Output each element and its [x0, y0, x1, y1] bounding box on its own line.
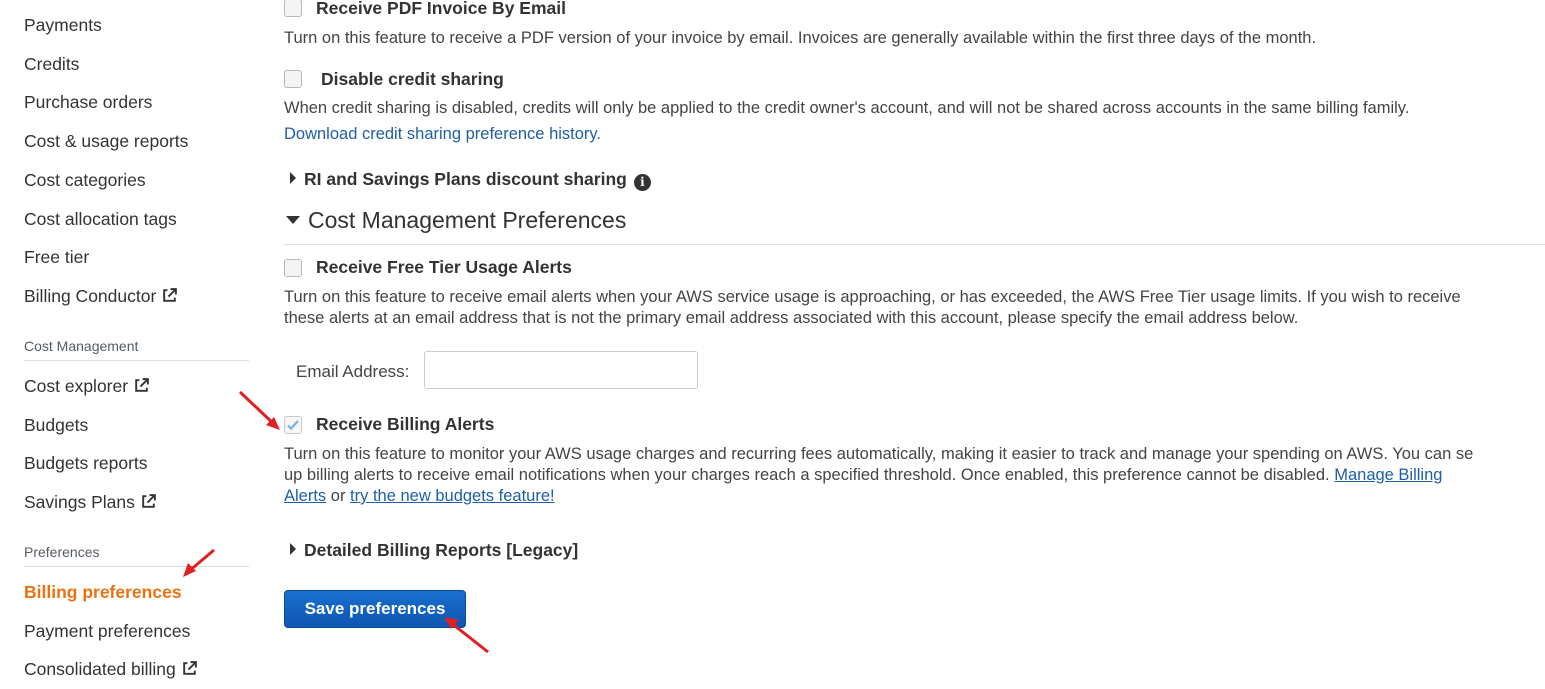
- billing-alerts-checkbox[interactable]: [284, 416, 302, 434]
- external-link-icon: [163, 288, 178, 302]
- ri-savings-plans-sharing-expander[interactable]: RI and Savings Plans discount sharing i: [290, 169, 651, 191]
- section-divider: [284, 244, 1545, 245]
- sidebar-item-payments[interactable]: Payments: [24, 14, 102, 36]
- sidebar-item-consolidated-billing[interactable]: Consolidated billing: [24, 658, 198, 680]
- credit-sharing-description: When credit sharing is disabled, credits…: [284, 99, 1410, 117]
- checkmark-icon: [287, 420, 299, 431]
- sidebar-item-cost-explorer[interactable]: Cost explorer: [24, 375, 150, 397]
- external-link-icon: [142, 494, 156, 508]
- manage-billing-alerts-link[interactable]: Manage Billing: [1334, 466, 1442, 484]
- sidebar-item-cost-allocation-tags[interactable]: Cost allocation tags: [24, 208, 177, 230]
- sidebar-item-credits[interactable]: Credits: [24, 53, 79, 75]
- billing-alerts-label: Receive Billing Alerts: [316, 414, 495, 434]
- caret-right-icon: [290, 172, 296, 184]
- download-credit-sharing-history-link[interactable]: Download credit sharing preference histo…: [284, 124, 601, 145]
- disable-credit-sharing-checkbox[interactable]: [284, 70, 302, 88]
- sidebar-item-purchase-orders[interactable]: Purchase orders: [24, 91, 152, 113]
- billing-preferences-panel: Receive PDF Invoice By Email Turn on thi…: [284, 0, 1545, 689]
- free-tier-alerts-label: Receive Free Tier Usage Alerts: [316, 257, 572, 277]
- free-tier-alerts-checkbox[interactable]: [284, 259, 302, 277]
- info-icon[interactable]: i: [633, 174, 651, 191]
- try-budgets-feature-link[interactable]: try the new budgets feature!: [350, 487, 555, 505]
- sidebar-item-cost-usage-reports[interactable]: Cost & usage reports: [24, 130, 188, 152]
- pdf-invoice-label: Receive PDF Invoice By Email: [316, 0, 566, 18]
- billing-alerts-description-line2: up billing alerts to receive email notif…: [284, 466, 1330, 484]
- external-link-icon: [135, 378, 149, 392]
- free-tier-description-line1: Turn on this feature to receive email al…: [284, 288, 1461, 306]
- manage-billing-alerts-link-cont[interactable]: Alerts: [284, 487, 326, 505]
- sidebar-item-budgets-reports[interactable]: Budgets reports: [24, 452, 148, 474]
- sidebar-item-free-tier[interactable]: Free tier: [24, 246, 89, 268]
- annotation-arrow-icon: [183, 548, 215, 577]
- free-tier-description-line2: these alerts at an email address that is…: [284, 309, 1299, 327]
- caret-down-icon: [286, 216, 300, 224]
- annotation-arrow-icon: [444, 617, 489, 654]
- billing-alerts-description-line1: Turn on this feature to monitor your AWS…: [284, 445, 1474, 463]
- sidebar-item-payment-preferences[interactable]: Payment preferences: [24, 620, 190, 642]
- email-address-input[interactable]: [424, 351, 698, 389]
- annotation-arrow-icon: [238, 390, 280, 430]
- cost-management-preferences-heading[interactable]: Cost Management Preferences: [286, 207, 626, 234]
- sidebar-item-cost-categories[interactable]: Cost categories: [24, 169, 146, 191]
- pdf-invoice-checkbox[interactable]: [284, 0, 302, 17]
- sidebar-item-billing-conductor[interactable]: Billing Conductor: [24, 285, 178, 307]
- caret-right-icon: [290, 543, 296, 555]
- sidebar-item-budgets[interactable]: Budgets: [24, 414, 88, 436]
- sidebar-item-savings-plans[interactable]: Savings Plans: [24, 491, 157, 513]
- sidebar: Payments Credits Purchase orders Cost & …: [0, 0, 260, 689]
- section-header-cost-management: Cost Management: [24, 338, 249, 361]
- or-text: or: [330, 487, 346, 505]
- email-address-label: Email Address:: [296, 362, 410, 381]
- pdf-invoice-description: Turn on this feature to receive a PDF ve…: [284, 29, 1317, 47]
- sidebar-item-billing-preferences[interactable]: Billing preferences: [24, 581, 182, 603]
- disable-credit-sharing-label: Disable credit sharing: [321, 69, 504, 89]
- external-link-icon: [183, 661, 197, 675]
- billing-alerts-description-line2-row: up billing alerts to receive email notif…: [284, 465, 1442, 486]
- detailed-billing-reports-expander[interactable]: Detailed Billing Reports [Legacy]: [290, 540, 578, 561]
- billing-alerts-links-row: Alerts or try the new budgets feature!: [284, 486, 555, 507]
